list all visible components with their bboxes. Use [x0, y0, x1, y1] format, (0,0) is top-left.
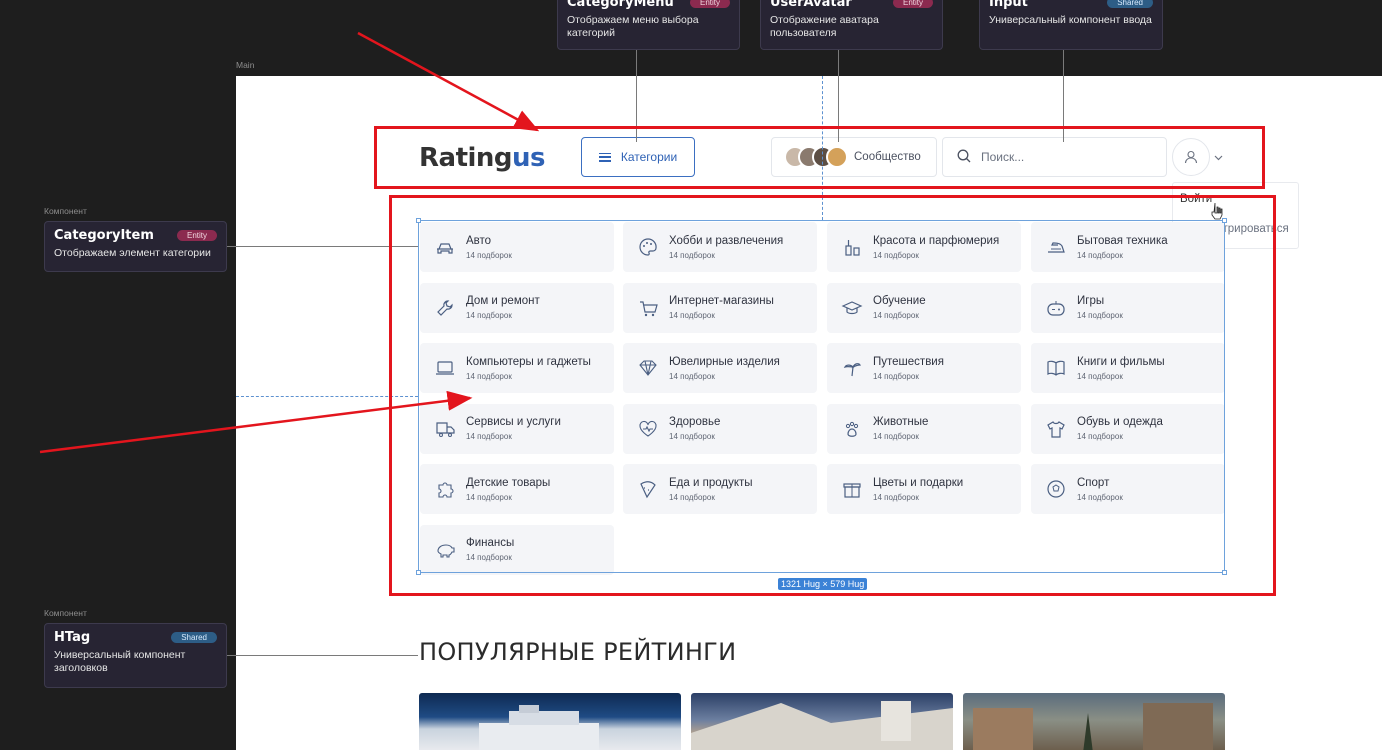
annotation-arrows	[39, 31, 1346, 467]
